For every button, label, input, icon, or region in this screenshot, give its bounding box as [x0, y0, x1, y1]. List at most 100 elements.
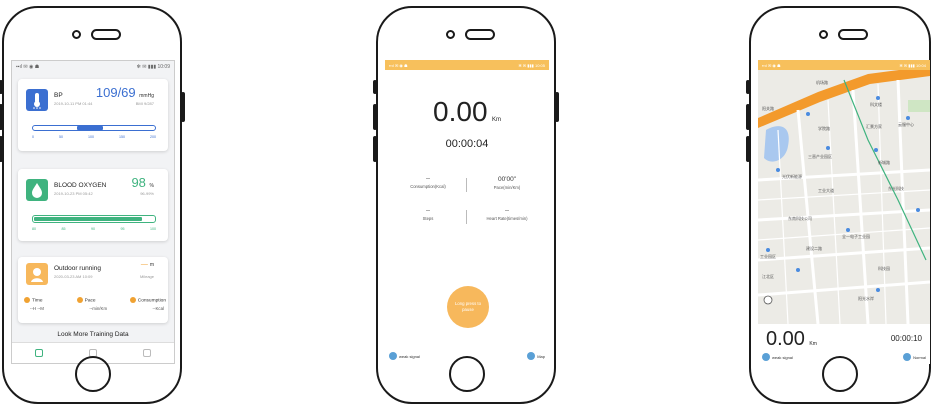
- nav-dashboard-icon[interactable]: [35, 349, 43, 357]
- status-left: ▪▪ıl ✉ ◉ ☗: [16, 64, 40, 70]
- oxygen-range-fill: [34, 217, 142, 221]
- heart-rate-label: Heart Rate(times/min): [486, 216, 528, 221]
- running-session-screen: ▪▪ıl ✉ ◉ ☗ ✻ ✉ ▮▮▮ 10:05 0.00 Km 00:00:0…: [385, 60, 549, 364]
- bp-tick: 0: [32, 135, 34, 139]
- oxygen-date: 2019-10-23 PM 05:42: [54, 191, 93, 196]
- svg-text:工业大道: 工业大道: [818, 187, 834, 193]
- svg-text:建设二路: 建设二路: [806, 245, 822, 251]
- mode-icon: [903, 353, 912, 361]
- blood-oxygen-card[interactable]: BLOOD OXYGEN 2019-10-23 PM 05:42 98 % 96…: [18, 169, 168, 241]
- speaker-grille: [838, 29, 868, 40]
- steps-label: Steps: [422, 216, 434, 221]
- pace-label: Pace: [84, 298, 96, 304]
- consumption-value: --: [426, 176, 430, 182]
- volume-up-button: [746, 104, 750, 130]
- bp-title: BP: [54, 92, 63, 99]
- oxygen-unit: %: [149, 183, 154, 189]
- heart-rate-stat: -- Heart Rate(times/min): [471, 208, 543, 221]
- nav-profile-icon[interactable]: [143, 349, 151, 357]
- oxygen-tick: 95: [120, 227, 125, 231]
- oxygen-ticks: 80 85 90 95 100: [32, 227, 156, 231]
- pace-stat: 00'00" Pace(min/Km): [471, 176, 543, 190]
- route-map[interactable]: 机场路 阳关路 学院路 科文楼 汇景方家 三晋产业园区 光伏新能源 全一电子工业…: [758, 70, 930, 324]
- time-metric: Time: [24, 297, 42, 303]
- elapsed-timer: 00:00:10: [890, 334, 922, 343]
- svg-text:阳光水岸: 阳光水岸: [858, 295, 874, 301]
- locate-icon: [763, 295, 773, 305]
- running-date: 2020-03-23 AM 10:09: [54, 274, 93, 279]
- status-right: ✻ ✉ ▮▮▮ 10:04: [899, 62, 926, 68]
- pace-icon: [76, 297, 83, 303]
- oxygen-tick: 100: [150, 227, 156, 231]
- svg-text:东光科技: 东光科技: [888, 185, 904, 191]
- volume-up-button: [0, 104, 3, 130]
- home-button: [449, 356, 485, 392]
- running-note: Mileage: [139, 274, 154, 279]
- svg-text:三晋产业园区: 三晋产业园区: [808, 153, 832, 159]
- speaker-grille: [465, 29, 495, 40]
- flame-icon: [129, 297, 136, 303]
- home-button: [75, 356, 111, 392]
- status-right: ✻ ✉ ▮▮▮ 10:09: [136, 64, 170, 70]
- bp-note: BMI 9/287: [135, 101, 154, 106]
- stat-divider: [466, 210, 467, 224]
- gps-icon: [389, 352, 397, 360]
- phone-frame-3: ▪▪ıl ✉ ◉ ☗ ✻ ✉ ▮▮▮ 10:04 机场路 阳关路 学院路 科文楼…: [746, 6, 931, 404]
- runner-avatar-icon: [26, 263, 48, 285]
- phone-frame-2: ▪▪ıl ✉ ◉ ☗ ✻ ✉ ▮▮▮ 10:05 0.00 Km 00:00:0…: [373, 6, 559, 404]
- long-press-pause-button[interactable]: Long press to pause: [447, 286, 489, 328]
- oxygen-tick: 80: [32, 227, 36, 231]
- svg-text:阳关路: 阳关路: [762, 105, 774, 111]
- bp-tick: 100: [88, 135, 94, 139]
- bp-tick: 150: [119, 135, 125, 139]
- normal-mode-button[interactable]: Normal: [903, 353, 926, 361]
- pace-value: --min/Km: [89, 306, 108, 311]
- distance-value: 0.00: [766, 328, 805, 350]
- outdoor-running-card[interactable]: Outdoor running 2020-03-23 AM 10:09 — m …: [18, 257, 168, 323]
- mute-switch: [0, 80, 3, 94]
- clock-icon: [24, 297, 30, 303]
- distance-readout: 0.00 Km: [385, 96, 549, 128]
- status-bar: ▪▪ıl ✉ ◉ ☗ ✻ ✉ ▮▮▮ 10:05: [385, 60, 549, 70]
- health-dashboard-screen: ▪▪ıl ✉ ◉ ☗ ✻ ✉ ▮▮▮ 10:09 BP 2019-10-11 P…: [11, 60, 175, 364]
- phone-frame-1: ▪▪ıl ✉ ◉ ☗ ✻ ✉ ▮▮▮ 10:09 BP 2019-10-11 P…: [0, 6, 185, 404]
- consumption-metric: Consumption: [129, 297, 166, 303]
- svg-text:东南科技公司: 东南科技公司: [788, 215, 812, 221]
- signal-label: weak signal: [772, 354, 793, 360]
- running-metric-values: --H --M --min/Km --Kcal: [30, 306, 164, 311]
- home-button: [822, 356, 858, 392]
- pace-label: Pace(min/Km): [493, 185, 521, 190]
- front-camera: [819, 30, 828, 39]
- distance-readout: 0.00 Km: [766, 328, 817, 351]
- svg-text:工业园区: 工业园区: [760, 253, 776, 259]
- oxygen-range-bar: [32, 215, 156, 223]
- running-metric-labels: Time Pace Consumption: [24, 297, 166, 303]
- svg-text:汇景方家: 汇景方家: [866, 123, 882, 129]
- gps-signal-indicator: weak signal: [762, 353, 793, 361]
- distance-unit: Km: [491, 117, 501, 123]
- steps-stat: -- Steps: [393, 208, 463, 221]
- bp-range-bar: [32, 125, 156, 131]
- map-session-screen: ▪▪ıl ✉ ◉ ☗ ✻ ✉ ▮▮▮ 10:04 机场路 阳关路 学院路 科文楼…: [758, 60, 930, 364]
- power-button: [181, 92, 185, 122]
- thermometer-icon: [26, 89, 48, 111]
- svg-text:全一电子工业园: 全一电子工业园: [842, 233, 870, 239]
- running-unit: m: [149, 262, 154, 268]
- front-camera: [446, 30, 455, 39]
- look-more-link[interactable]: Look More Training Data: [12, 331, 174, 338]
- bp-card[interactable]: BP 2019-10-11 PM 01:44 109/69 mmHg BMI 9…: [18, 79, 168, 151]
- map-toggle-button[interactable]: Map: [527, 352, 545, 360]
- speaker-grille: [91, 29, 121, 40]
- svg-text:江北区: 江北区: [762, 273, 774, 279]
- distance-unit: Km: [809, 341, 817, 347]
- gps-icon: [762, 353, 770, 361]
- running-title: Outdoor running: [54, 265, 101, 272]
- svg-text:新城路: 新城路: [878, 159, 890, 165]
- consumption-label: Consumption(Kcal): [410, 184, 446, 189]
- blood-drop-icon: [26, 179, 48, 201]
- mute-switch: [746, 80, 750, 94]
- oxygen-tick: 90: [91, 227, 95, 231]
- volume-down-button: [373, 136, 377, 162]
- oxygen-title: BLOOD OXYGEN: [54, 182, 107, 189]
- bp-value: 109/69: [95, 85, 136, 100]
